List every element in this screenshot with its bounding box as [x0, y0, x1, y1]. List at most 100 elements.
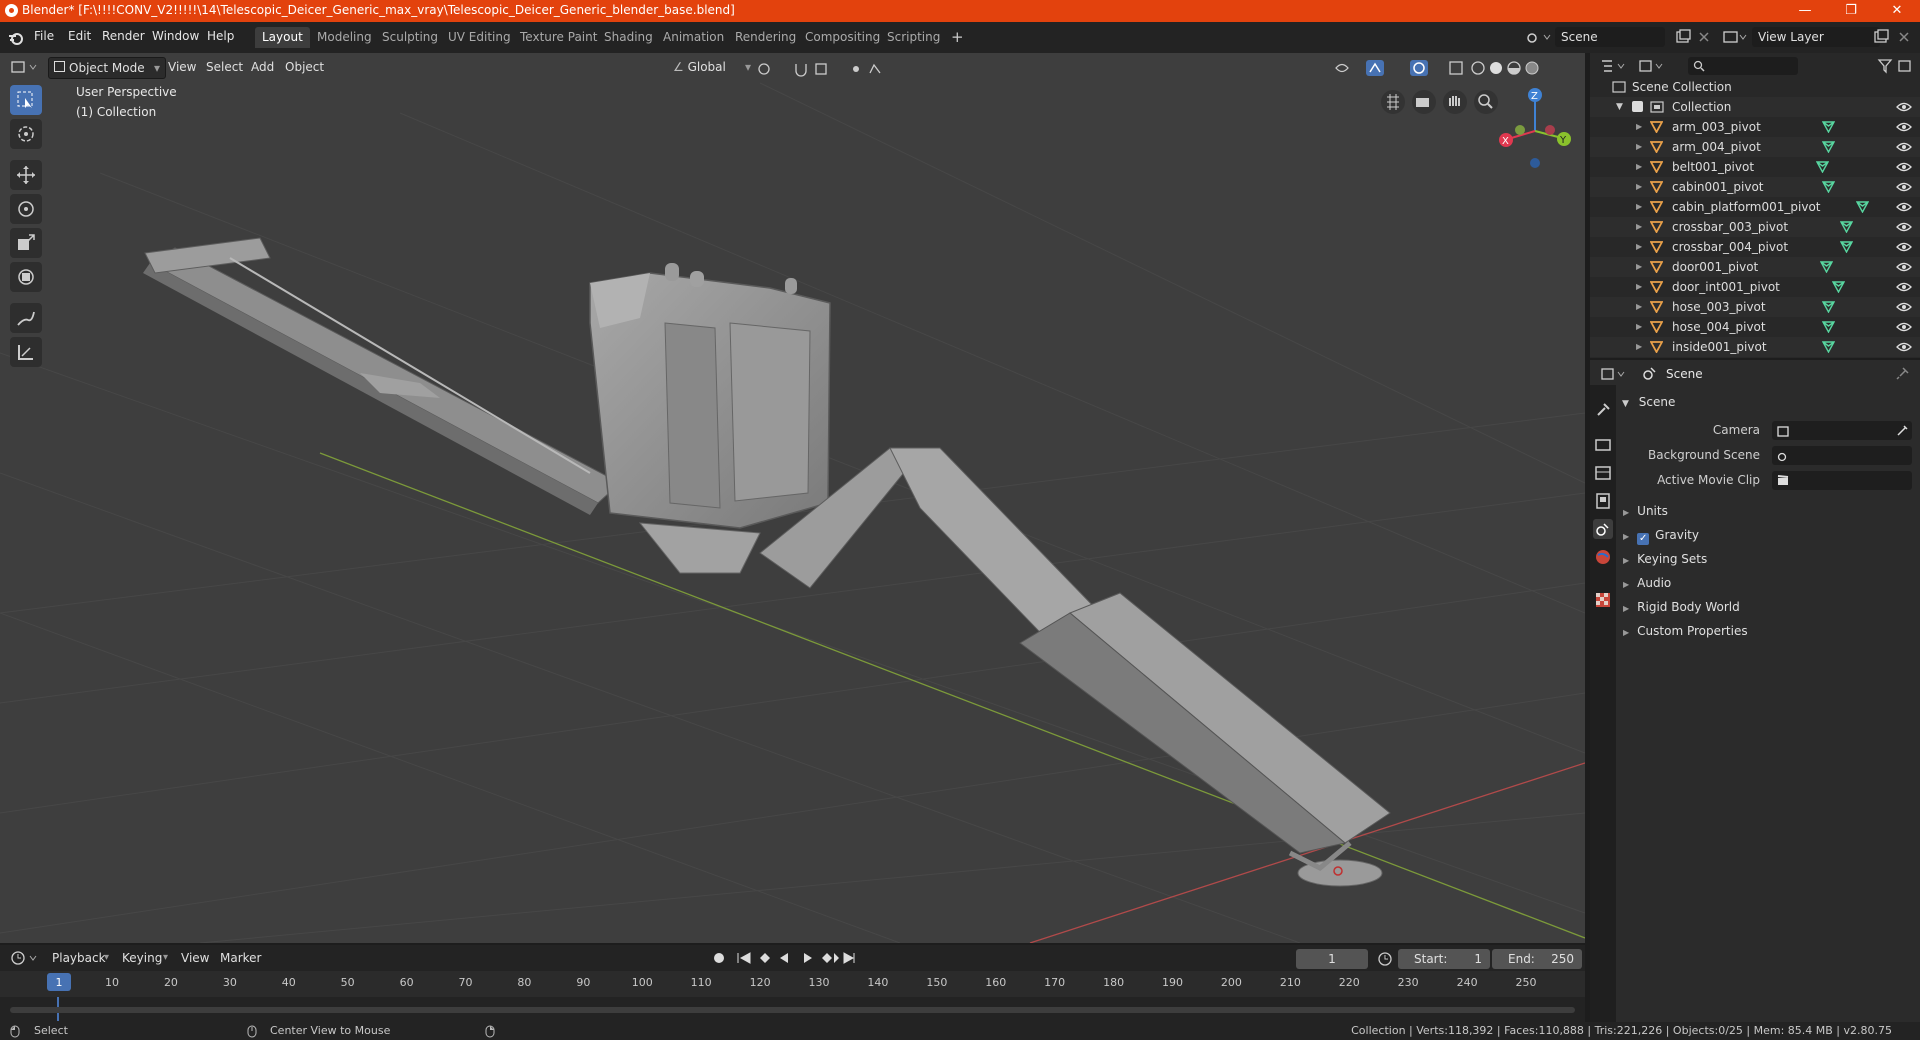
select-box-tool[interactable]	[10, 85, 42, 115]
tab-uv-editing[interactable]: UV Editing	[441, 27, 518, 48]
visibility-eye-icon[interactable]	[1896, 201, 1912, 213]
mesh-data-icon[interactable]	[1840, 241, 1853, 253]
telescopic-boom-mesh[interactable]	[143, 237, 621, 515]
outliner-row-object[interactable]: ▶ crossbar_004_pivot	[1590, 237, 1920, 257]
row-expand-icon[interactable]: ▶	[1636, 137, 1642, 157]
panel-gravity[interactable]: ▶ ✓ Gravity	[1618, 524, 1913, 546]
start-frame-field[interactable]: Start: 1	[1398, 949, 1490, 969]
pin-icon[interactable]	[1896, 366, 1910, 380]
cursor-tool[interactable]	[10, 119, 42, 149]
row-expand-icon[interactable]: ▶	[1636, 317, 1642, 337]
output-tab-icon[interactable]	[1593, 463, 1613, 483]
outliner-row-object[interactable]: ▶ cabin_platform001_pivot	[1590, 197, 1920, 217]
mesh-data-icon[interactable]	[1822, 301, 1835, 313]
view-layer-icon[interactable]	[1723, 29, 1749, 45]
panel-expand-icon[interactable]: ▶	[1623, 580, 1629, 589]
tab-rendering[interactable]: Rendering	[728, 27, 803, 48]
visibility-eye-icon[interactable]	[1896, 341, 1912, 353]
transform-orientation-selector[interactable]: ∠ Global ▾	[668, 57, 756, 77]
outliner-row-object[interactable]: ▶ inside001_pivot	[1590, 337, 1920, 357]
visibility-eye-icon[interactable]	[1896, 321, 1912, 333]
row-expand-icon[interactable]: ▶	[1636, 337, 1642, 357]
row-expand-icon[interactable]: ▶	[1636, 257, 1642, 277]
outliner-row-object[interactable]: ▶ arm_003_pivot	[1590, 117, 1920, 137]
new-scene-icon[interactable]	[1675, 29, 1691, 45]
filter-icon[interactable]	[1877, 58, 1913, 74]
menu-help[interactable]: Help	[207, 29, 234, 43]
row-expand-icon[interactable]: ▶	[1636, 277, 1642, 297]
end-frame-field[interactable]: End: 250	[1492, 949, 1582, 969]
timeline-editor-type-icon[interactable]	[10, 949, 40, 967]
render-tab-icon[interactable]	[1593, 435, 1613, 455]
timeline-menu-keying[interactable]: Keying	[117, 948, 167, 968]
panel-expand-icon[interactable]: ▶	[1623, 532, 1629, 541]
texture-tab-icon[interactable]	[1593, 590, 1613, 610]
timeline-scrollbar[interactable]	[10, 1007, 1575, 1013]
visibility-eye-icon[interactable]	[1896, 141, 1912, 153]
tab-layout[interactable]: Layout	[255, 27, 310, 48]
snapping-tools[interactable]	[756, 61, 886, 77]
viewport-menu-object[interactable]: Object	[280, 57, 329, 77]
outliner-row-scene-collection[interactable]: Scene Collection	[1590, 77, 1920, 97]
maximize-button[interactable]: ❐	[1828, 0, 1874, 22]
viewport-menu-add[interactable]: Add	[246, 57, 279, 77]
scene-tab-icon[interactable]	[1593, 519, 1613, 539]
scale-tool[interactable]	[10, 228, 42, 258]
tab-compositing[interactable]: Compositing	[798, 27, 887, 48]
panel-expand-icon[interactable]: ▶	[1623, 628, 1629, 637]
row-expand-icon[interactable]: ▶	[1636, 297, 1642, 317]
camera-field[interactable]	[1772, 421, 1912, 440]
visibility-eye-icon[interactable]	[1896, 301, 1912, 313]
visibility-eye-icon[interactable]	[1896, 181, 1912, 193]
row-expand-icon[interactable]: ▶	[1636, 197, 1642, 217]
tab-modeling[interactable]: Modeling	[310, 27, 379, 48]
new-view-layer-icon[interactable]	[1873, 29, 1889, 45]
properties-editor-type-icon[interactable]	[1600, 366, 1628, 382]
current-frame-field[interactable]: 1	[1296, 949, 1368, 969]
outliner-search-input[interactable]	[1688, 57, 1798, 75]
mesh-data-icon[interactable]	[1822, 181, 1835, 193]
tab-sculpting[interactable]: Sculpting	[375, 27, 445, 48]
outliner-row-object[interactable]: ▶ arm_004_pivot	[1590, 137, 1920, 157]
delete-scene-icon[interactable]	[1697, 30, 1711, 44]
panel-custom-properties[interactable]: ▶ Custom Properties	[1618, 620, 1913, 642]
measure-tool[interactable]	[10, 337, 42, 367]
mesh-data-icon[interactable]	[1816, 161, 1829, 173]
row-expand-icon[interactable]: ▶	[1636, 217, 1642, 237]
preview-range-icon[interactable]	[1377, 951, 1393, 967]
view-layer-selector[interactable]: View Layer	[1752, 27, 1880, 47]
minimize-button[interactable]: —	[1782, 0, 1828, 22]
visibility-eye-icon[interactable]	[1896, 261, 1912, 273]
panel-keying-sets[interactable]: ▶ Keying Sets	[1618, 548, 1913, 570]
panel-expand-icon[interactable]: ▶	[1623, 556, 1629, 565]
mesh-data-icon[interactable]	[1822, 121, 1835, 133]
background-scene-field[interactable]	[1772, 446, 1912, 465]
mesh-data-icon[interactable]	[1840, 221, 1853, 233]
mode-selector[interactable]: Object Mode ▾	[48, 57, 166, 79]
timeline-menu-marker[interactable]: Marker	[215, 948, 266, 968]
outliner-row-object[interactable]: ▶ crossbar_003_pivot	[1590, 217, 1920, 237]
tab-shading[interactable]: Shading	[597, 27, 660, 48]
collection-expand-icon[interactable]: ▼	[1616, 97, 1623, 117]
outliner-row-object[interactable]: ▶ door001_pivot	[1590, 257, 1920, 277]
tool-tab-icon[interactable]	[1593, 400, 1613, 420]
panel-expand-icon[interactable]: ▶	[1623, 508, 1629, 517]
display-mode-icon[interactable]	[1638, 58, 1666, 74]
visibility-eye-icon[interactable]	[1896, 101, 1912, 113]
mesh-data-icon[interactable]	[1856, 201, 1869, 213]
panel-rigid-body-world[interactable]: ▶ Rigid Body World	[1618, 596, 1913, 618]
mesh-data-icon[interactable]	[1820, 261, 1833, 273]
world-tab-icon[interactable]	[1593, 547, 1613, 567]
add-workspace-button[interactable]: +	[944, 27, 971, 48]
mesh-data-icon[interactable]	[1832, 281, 1845, 293]
viewport-menu-select[interactable]: Select	[201, 57, 248, 77]
view-layer-tab-icon[interactable]	[1593, 491, 1613, 511]
row-expand-icon[interactable]: ▶	[1636, 157, 1642, 177]
blender-menu-icon[interactable]	[8, 30, 24, 46]
outliner-editor[interactable]: Scene Collection ▼ Collection ▶ arm_003_p…	[1590, 53, 1920, 358]
menu-file[interactable]: File	[34, 29, 54, 43]
viewport-menu-view[interactable]: View	[163, 57, 201, 77]
outliner-editor-type-icon[interactable]	[1600, 58, 1628, 74]
visibility-eye-icon[interactable]	[1896, 241, 1912, 253]
gravity-checkbox[interactable]: ✓	[1637, 533, 1650, 545]
